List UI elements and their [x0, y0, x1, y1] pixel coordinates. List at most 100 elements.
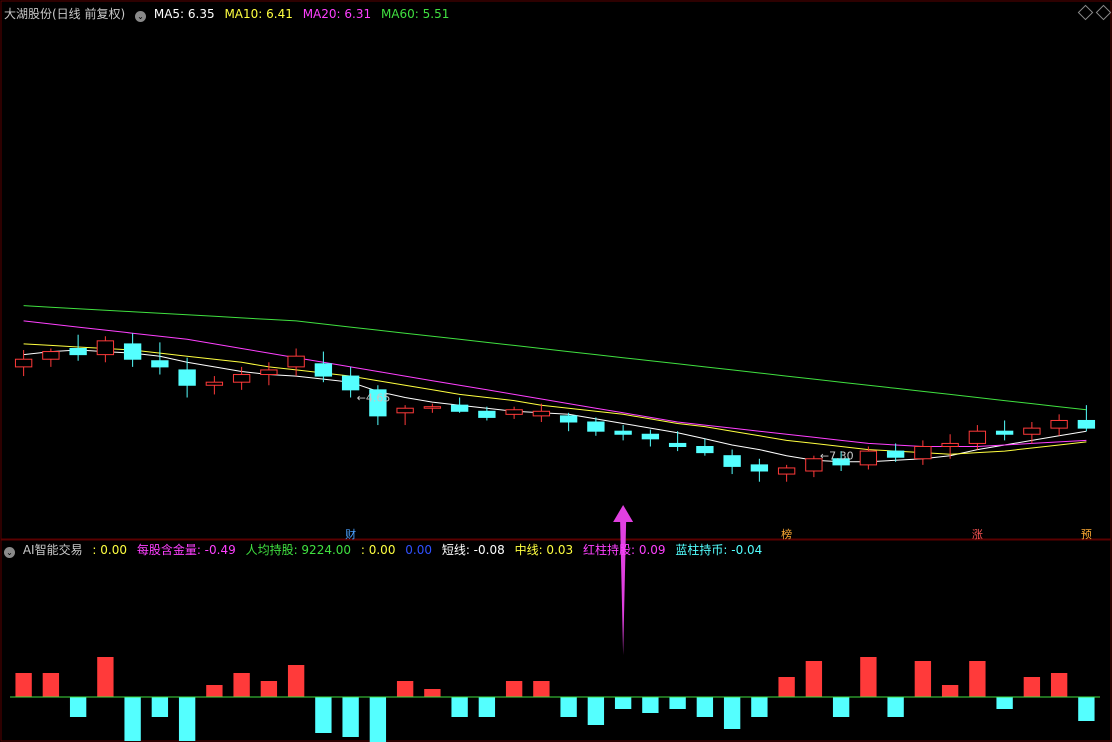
- ma60-value: MA60: 5.51: [380, 7, 450, 21]
- indicator-bar: [914, 661, 932, 697]
- chart-canvas: ←7.30 ←4.65: [0, 0, 1112, 742]
- candle-body: [532, 410, 551, 417]
- indicator-bar: [969, 661, 986, 697]
- indicator-bar: [805, 661, 823, 697]
- indicator-v0: : 0.00: [92, 543, 127, 557]
- indicator-bar: [751, 697, 768, 717]
- main-header: 大湖股份(日线 前复权) ⌄ MA5: 6.35 MA10: 6.41 MA20…: [4, 5, 455, 23]
- candle-body: [123, 343, 142, 360]
- indicator-bar: [369, 697, 387, 742]
- candle-body: [69, 348, 87, 356]
- indicator-bar: [124, 697, 141, 741]
- indicator-bar: [424, 689, 441, 697]
- candle-body: [1050, 419, 1068, 429]
- chevron-down-icon[interactable]: ⌄: [4, 547, 15, 558]
- candle-body: [777, 467, 796, 475]
- chevron-down-icon[interactable]: ⌄: [135, 11, 147, 22]
- indicator-v1: : 0.00: [360, 543, 396, 557]
- indicator-holding: 人均持股: 9224.00: [245, 543, 352, 557]
- candle-body: [914, 446, 932, 460]
- indicator-bar: [1050, 673, 1068, 697]
- ma10-value: MA10: 6.41: [224, 7, 293, 21]
- ma5-value: MA5: 6.35: [153, 7, 215, 21]
- candle-body: [995, 430, 1014, 435]
- candle-body: [232, 374, 251, 383]
- indicator-bar: [778, 677, 795, 697]
- indicator-bar: [996, 697, 1013, 709]
- indicator-bar: [941, 685, 959, 697]
- candle-body: [151, 360, 169, 368]
- event-marker[interactable]: 涨: [970, 528, 984, 541]
- candle-body: [668, 442, 687, 447]
- indicator-bar: [15, 673, 32, 697]
- indicator-bar: [1023, 677, 1041, 697]
- candle-body: [696, 446, 714, 454]
- indicator-bar: [669, 697, 686, 709]
- indicator-bar: [97, 657, 114, 697]
- indicator-bar: [723, 697, 741, 729]
- candle-body: [941, 442, 959, 447]
- indicator-gold: 每股含金量: -0.49: [136, 543, 236, 557]
- candle-body: [968, 430, 987, 444]
- indicator-v2: 0.00: [405, 543, 432, 557]
- candle-body: [1023, 427, 1041, 435]
- candle-body: [205, 381, 224, 386]
- candle-body: [450, 404, 469, 412]
- indicator-bar: [69, 697, 87, 717]
- candle-body: [396, 407, 414, 414]
- indicator-bar: [315, 697, 332, 733]
- candle-body: [287, 355, 305, 368]
- indicator-blue: 蓝柱持币: -0.04: [675, 543, 763, 557]
- indicator-short: 短线: -0.08: [441, 543, 505, 557]
- candle-body: [886, 450, 905, 458]
- candle-body: [614, 430, 632, 435]
- main-title: 大湖股份(日线 前复权): [4, 7, 126, 21]
- indicator-bar: [287, 665, 305, 697]
- indicator-bar: [42, 673, 60, 697]
- event-marker[interactable]: 榜: [780, 528, 794, 541]
- candle-body: [178, 369, 196, 386]
- candle-body: [1077, 419, 1096, 429]
- indicator-bar: [587, 697, 605, 725]
- candle-body: [559, 415, 578, 423]
- candle-body: [478, 410, 496, 418]
- candle-body: [505, 409, 523, 415]
- indicator-bar: [1078, 697, 1095, 721]
- indicator-bar: [642, 697, 659, 713]
- indicator-bar: [832, 697, 850, 717]
- candle-body: [341, 375, 360, 391]
- price-annotation: ←7.30: [820, 450, 854, 463]
- indicator-bar: [887, 697, 904, 717]
- price-annotation: ←4.65: [357, 392, 391, 405]
- indicator-bar: [533, 681, 550, 697]
- event-marker[interactable]: 预: [1079, 528, 1093, 541]
- candle-body: [587, 421, 605, 432]
- indicator-bar: [178, 697, 196, 741]
- indicator-bar: [451, 697, 468, 717]
- indicator-bar: [505, 681, 523, 697]
- indicator-red: 红柱持股: 0.09: [582, 543, 666, 557]
- indicator-bar: [560, 697, 577, 717]
- indicator-bar: [260, 681, 278, 697]
- indicator-name: AI智能交易: [22, 543, 83, 557]
- candle-body: [314, 363, 333, 377]
- indicator-bar: [151, 697, 169, 717]
- candle-body: [423, 406, 442, 409]
- indicator-bar: [478, 697, 496, 717]
- candle-body: [723, 455, 741, 467]
- event-marker[interactable]: 财: [344, 528, 358, 541]
- indicator-header: ⌄ AI智能交易 : 0.00 每股含金量: -0.49 人均持股: 9224.…: [4, 541, 768, 559]
- candle-body: [14, 358, 33, 368]
- indicator-bar: [860, 657, 877, 697]
- candle-body: [260, 369, 278, 376]
- indicator-bar: [614, 697, 632, 709]
- candle-body: [96, 340, 115, 356]
- indicator-bar: [396, 681, 414, 697]
- indicator-bar: [233, 673, 250, 697]
- indicator-mid: 中线: 0.03: [514, 543, 574, 557]
- indicator-bar: [342, 697, 359, 737]
- ma20-value: MA20: 6.31: [302, 7, 372, 21]
- candle-body: [859, 450, 878, 466]
- candle-body: [641, 433, 660, 440]
- candle-body: [750, 464, 769, 472]
